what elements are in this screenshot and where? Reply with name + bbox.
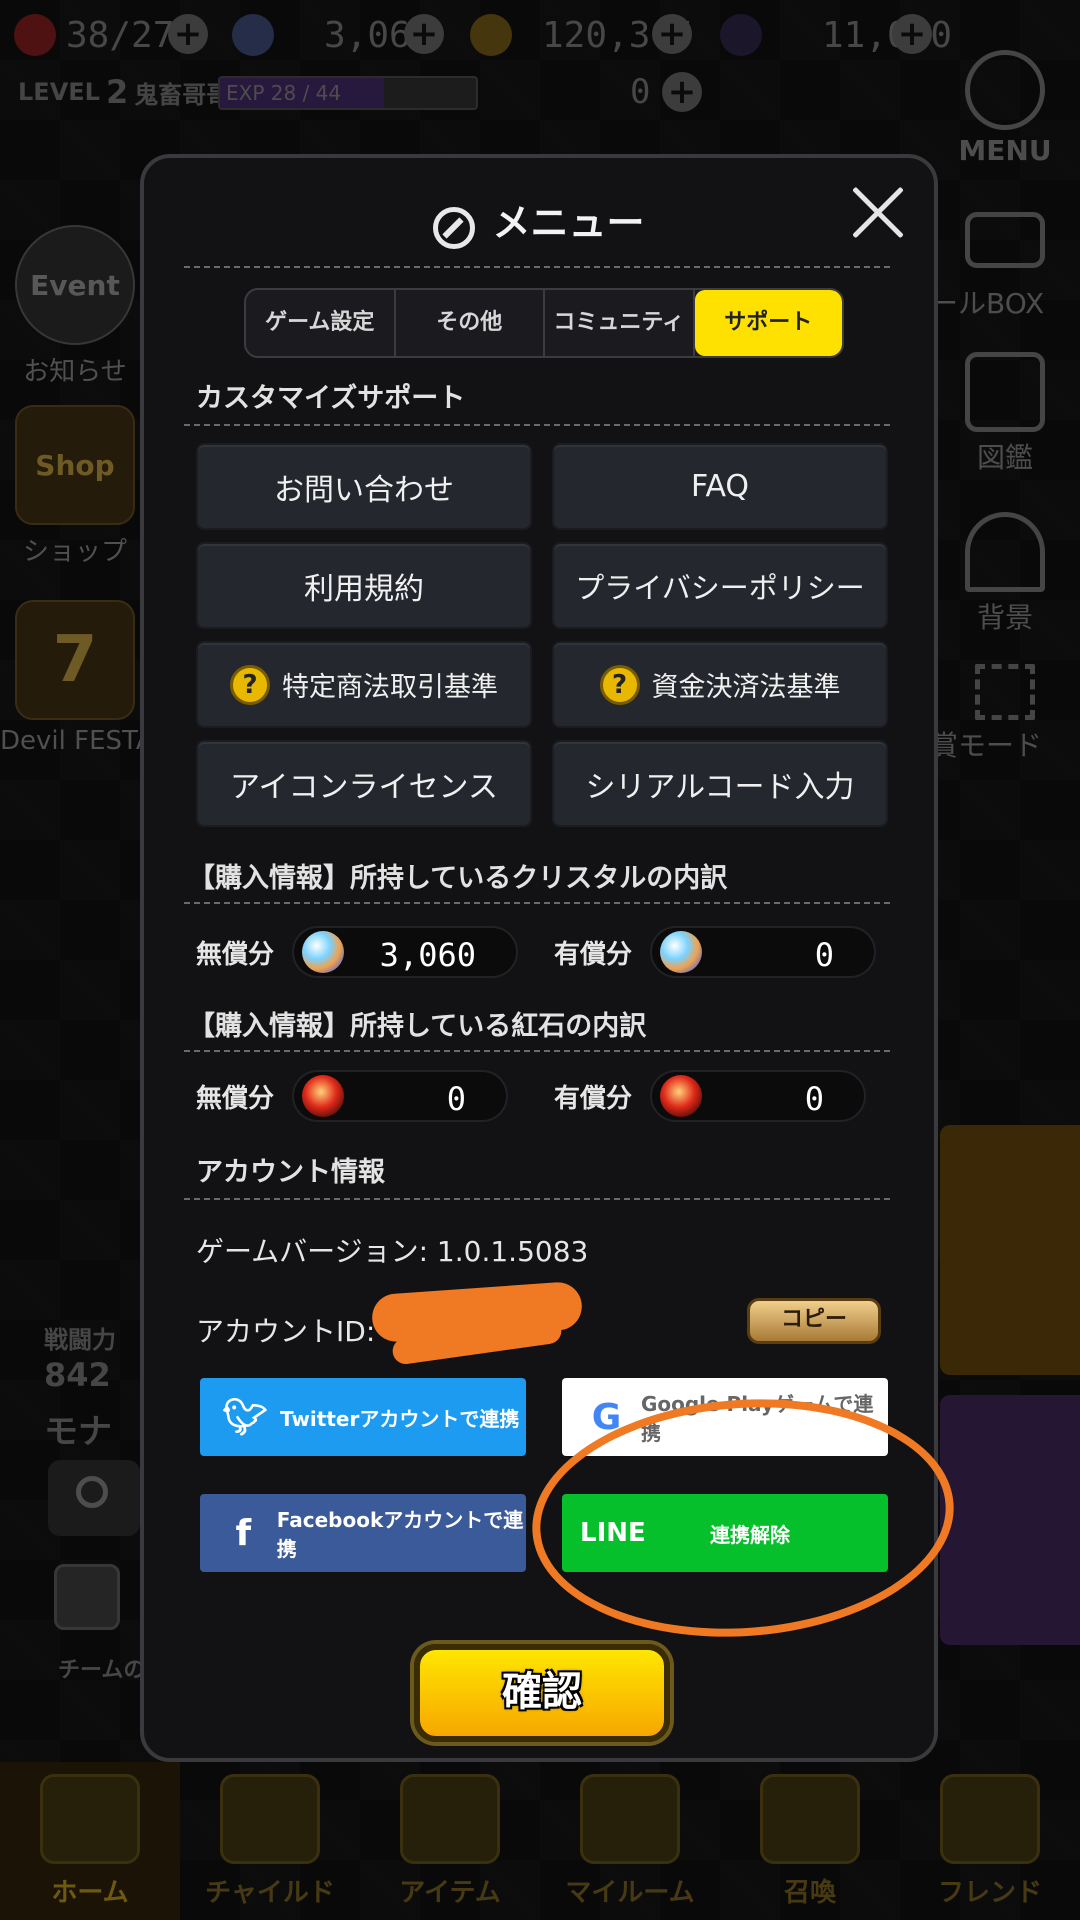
crystal-icon — [302, 931, 344, 973]
redstone-paid-label: 有償分 — [554, 1083, 633, 1114]
question-icon: ? — [230, 664, 270, 705]
crystal-paid-value: 0 — [814, 936, 834, 974]
redstone-free-value: 0 — [446, 1080, 466, 1118]
twitter-bird-icon: 🐦︎ — [222, 1397, 268, 1438]
facebook-link-button[interactable]: f Facebookアカウントで連携 — [200, 1494, 526, 1572]
tab-community[interactable]: コミュニティ — [545, 290, 695, 356]
tab-game-settings[interactable]: ゲーム設定 — [246, 290, 396, 356]
crystal-free-label: 無償分 — [196, 939, 275, 970]
redstone-paid-value: 0 — [804, 1080, 824, 1118]
crystal-free-value: 3,060 — [379, 936, 476, 974]
terms-button[interactable]: 利用規約 — [196, 542, 532, 629]
divider — [184, 266, 890, 268]
redstone-breakdown-row: 無償分 0 有償分 0 — [196, 1068, 896, 1124]
tab-support[interactable]: サポート — [694, 290, 842, 356]
tab-other[interactable]: その他 — [396, 290, 545, 356]
privacy-policy-button[interactable]: プライバシーポリシー — [552, 542, 888, 629]
gear-icon — [433, 206, 476, 249]
serial-code-button[interactable]: シリアルコード入力 — [552, 740, 888, 827]
faq-button[interactable]: FAQ — [552, 443, 888, 530]
divider — [184, 1050, 890, 1052]
confirm-button[interactable]: 確認 — [414, 1644, 670, 1742]
divider — [184, 424, 890, 426]
question-icon: ? — [599, 664, 640, 705]
red-stone-icon — [302, 1075, 344, 1117]
twitter-link-button[interactable]: 🐦︎ Twitterアカウントで連携 — [200, 1378, 526, 1456]
crystal-paid-box: 0 — [650, 926, 876, 978]
crystal-breakdown-heading: 【購入情報】所持しているクリスタルの内訳 — [188, 863, 728, 894]
contact-button[interactable]: お問い合わせ — [196, 443, 532, 530]
redstone-breakdown-heading: 【購入情報】所持している紅石の内訳 — [188, 1011, 647, 1042]
menu-tabs: ゲーム設定 その他 コミュニティ サポート — [244, 288, 844, 358]
redstone-paid-box: 0 — [650, 1070, 866, 1122]
dialog-header: メニュー — [144, 188, 934, 258]
crystal-free-box: 3,060 — [292, 926, 518, 978]
close-button[interactable] — [850, 186, 906, 242]
account-id-label: アカウントID: — [196, 1315, 376, 1348]
red-stone-icon — [660, 1075, 702, 1117]
redstone-free-box: 0 — [292, 1070, 508, 1122]
payment-law-button[interactable]: ? 資金決済法基準 — [552, 641, 888, 728]
redstone-free-label: 無償分 — [196, 1083, 275, 1114]
divider — [184, 902, 890, 904]
copy-button[interactable]: コピー — [747, 1298, 881, 1344]
dialog-title: メニュー — [492, 201, 645, 245]
game-version: ゲームバージョン: 1.0.1.5083 — [196, 1235, 589, 1268]
account-info-heading: アカウント情報 — [196, 1157, 385, 1188]
icon-license-button[interactable]: アイコンライセンス — [196, 740, 532, 827]
commercial-law-button[interactable]: ? 特定商法取引基準 — [196, 641, 532, 728]
customize-support-heading: カスタマイズサポート — [196, 383, 466, 414]
crystal-paid-label: 有償分 — [554, 939, 633, 970]
crystal-icon — [660, 931, 702, 973]
facebook-icon: f — [235, 1512, 252, 1554]
crystal-breakdown-row: 無償分 3,060 有償分 0 — [196, 924, 896, 980]
menu-dialog: メニュー ゲーム設定 その他 コミュニティ サポート カスタマイズサポート お問… — [140, 154, 962, 1762]
divider — [184, 1198, 890, 1200]
support-buttons: お問い合わせ FAQ 利用規約 プライバシーポリシー ? 特定商法取引基準 ? … — [196, 443, 892, 827]
